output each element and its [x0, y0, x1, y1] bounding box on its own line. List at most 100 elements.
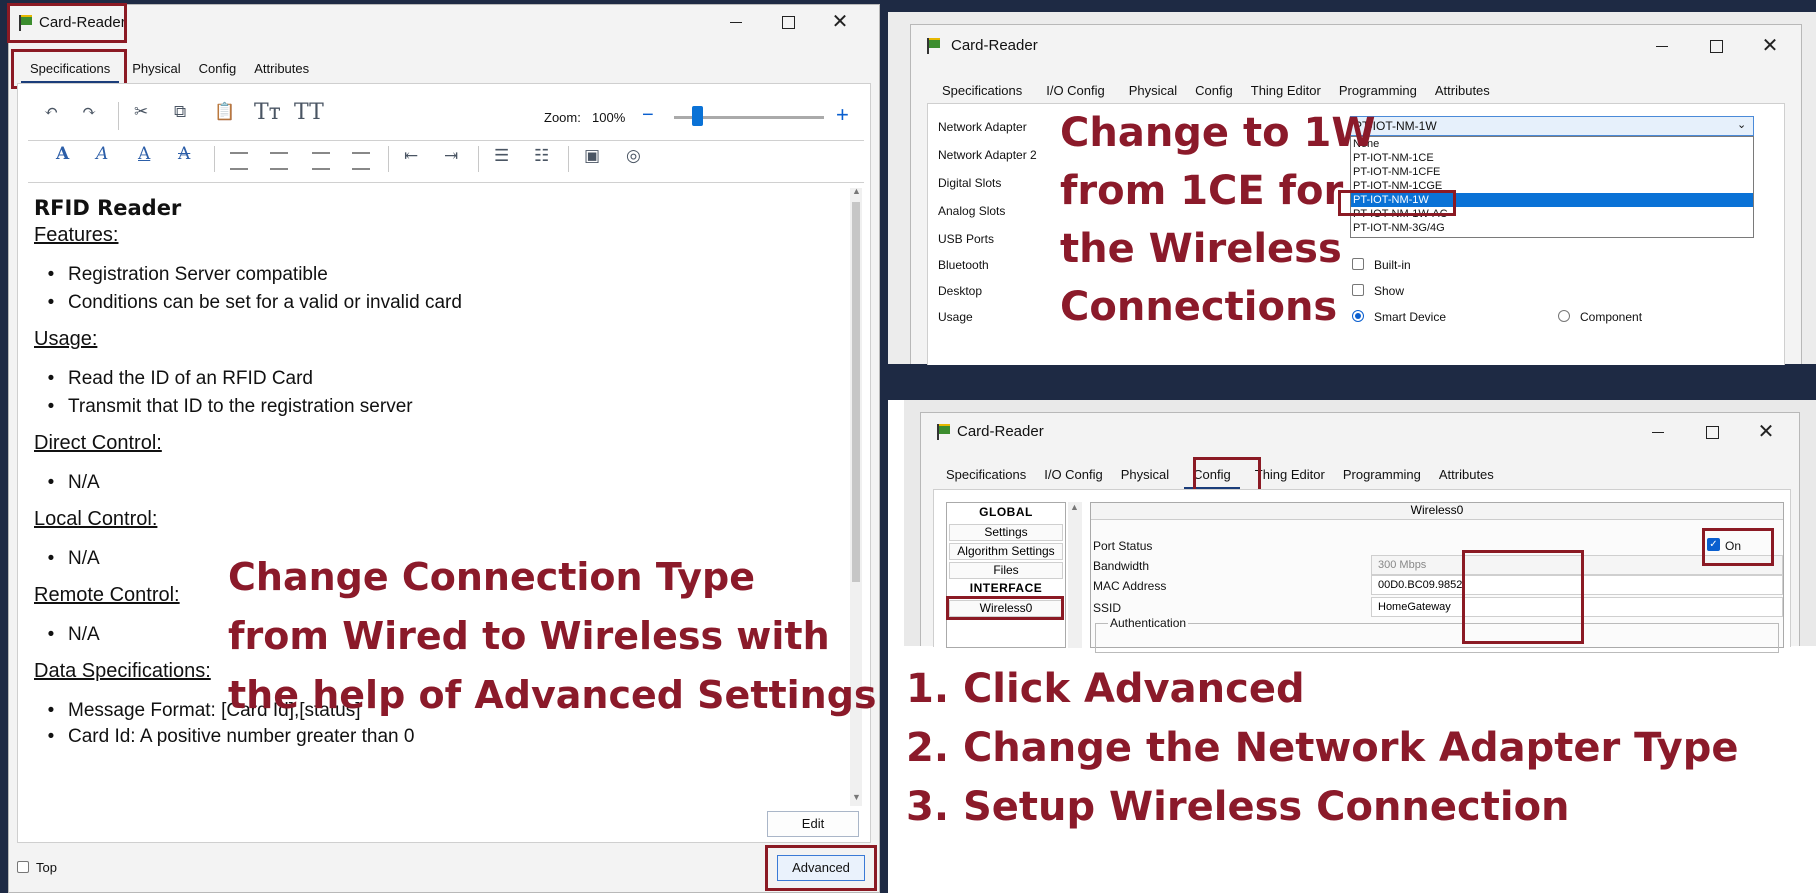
zoom-in-button[interactable]: +: [836, 102, 849, 128]
bullet-list-icon[interactable]: ☷: [534, 146, 549, 166]
font-color-icon[interactable]: A: [56, 144, 69, 164]
underline-font-icon[interactable]: A: [138, 144, 150, 164]
strikethrough-font-icon[interactable]: A: [178, 144, 190, 164]
maximize-button[interactable]: [1689, 415, 1735, 449]
window-title: Card-Reader: [951, 37, 1038, 54]
app-flag-icon: [935, 423, 953, 441]
title-highlight-box: [7, 3, 127, 43]
callout-line: from Wired to Wireless with: [228, 614, 830, 658]
close-button[interactable]: ✕: [1743, 415, 1789, 449]
scroll-up-icon[interactable]: ▲: [1070, 502, 1079, 512]
undo-icon[interactable]: ↶: [44, 102, 58, 122]
callout-left: Change Connection Type from Wired to Wir…: [228, 548, 877, 725]
tab-io-config[interactable]: I/O Config: [1035, 463, 1112, 487]
callout-line: the Wireless: [1060, 226, 1342, 272]
zoom-out-button[interactable]: −: [642, 104, 654, 127]
callout-line: Connections: [1060, 284, 1338, 330]
network-adapter-2-label: Network Adapter 2: [938, 148, 1037, 162]
background-dark-strip-left: [0, 0, 8, 893]
ssid-value: HomeGateway: [1378, 601, 1451, 613]
app-flag-icon: [925, 37, 943, 55]
section-heading: Features:: [34, 224, 119, 246]
italic-font-icon[interactable]: A: [96, 144, 108, 164]
authentication-group: Authentication: [1095, 616, 1779, 653]
component-radio[interactable]: [1558, 310, 1570, 322]
mac-address-label: MAC Address: [1093, 579, 1167, 593]
list-item: Conditions can be set for a valid or inv…: [34, 292, 834, 328]
tab-specifications[interactable]: Specifications: [933, 79, 1031, 103]
dropdown-option[interactable]: None: [1351, 137, 1753, 151]
nav-scrollbar[interactable]: [1068, 502, 1082, 648]
tab-programming[interactable]: Programming: [1330, 79, 1426, 103]
cut-icon[interactable]: ✂: [134, 102, 148, 122]
advanced-button-highlight: [765, 845, 877, 891]
step-1: 1. Click Advanced: [906, 666, 1305, 712]
tab-attributes[interactable]: Attributes: [245, 57, 318, 81]
align-right-icon[interactable]: [312, 152, 330, 170]
tab-physical[interactable]: Physical: [1112, 463, 1178, 487]
tab-attributes[interactable]: Attributes: [1426, 79, 1499, 103]
dropdown-option[interactable]: PT-IOT-NM-1CFE: [1351, 165, 1753, 179]
maximize-button[interactable]: [765, 5, 811, 39]
close-button[interactable]: ✕: [1747, 29, 1793, 63]
bandwidth-value: 300 Mbps: [1378, 559, 1427, 571]
nav-settings[interactable]: Settings: [949, 524, 1063, 541]
paste-icon[interactable]: 📋: [214, 102, 235, 122]
scroll-down-icon[interactable]: ▼: [852, 792, 861, 802]
tab-physical[interactable]: Physical: [1120, 79, 1186, 103]
network-adapter-dropdown[interactable]: None PT-IOT-NM-1CE PT-IOT-NM-1CFE PT-IOT…: [1350, 136, 1754, 238]
align-left-icon[interactable]: [230, 152, 248, 170]
tab-thing-editor[interactable]: Thing Editor: [1242, 79, 1330, 103]
top-checkbox-label: Top: [36, 860, 57, 875]
toolbar-separator: [388, 146, 389, 172]
titlebar[interactable]: Card-Reader ✕: [921, 413, 1799, 453]
tab-programming[interactable]: Programming: [1334, 463, 1430, 487]
digital-slots-label: Digital Slots: [938, 176, 1002, 190]
top-checkbox[interactable]: [17, 861, 29, 873]
list-item: Card Id: A positive number greater than …: [34, 726, 834, 752]
minimize-button[interactable]: [1639, 29, 1685, 63]
align-justify-icon[interactable]: [352, 152, 370, 170]
config-nav-list: GLOBAL Settings Algorithm Settings Files…: [946, 502, 1066, 648]
tab-specifications[interactable]: Specifications: [937, 463, 1035, 487]
insert-link-icon[interactable]: ◎: [626, 146, 641, 166]
tab-config[interactable]: Config: [190, 57, 246, 81]
scrollbar-thumb[interactable]: [852, 202, 860, 582]
section-heading: Direct Control:: [34, 432, 162, 454]
mac-address-value: 00D0.BC09.9852: [1378, 579, 1463, 591]
toolbar-separator: [478, 146, 479, 172]
copy-icon[interactable]: ⧉: [174, 102, 186, 122]
indent-decrease-icon[interactable]: ⇤: [404, 146, 418, 166]
background-dark-strip-right-top: [888, 0, 1816, 12]
edit-button[interactable]: Edit: [767, 811, 859, 837]
indent-increase-icon[interactable]: ⇥: [444, 146, 458, 166]
network-adapter-select[interactable]: PT-IOT-NM-1W ⌄: [1350, 116, 1754, 136]
titlebar[interactable]: Card-Reader ✕: [9, 5, 879, 41]
dropdown-option[interactable]: PT-IOT-NM-1CE: [1351, 151, 1753, 165]
scroll-up-icon[interactable]: ▲: [852, 186, 861, 196]
list-item: Registration Server compatible: [34, 264, 834, 292]
maximize-button[interactable]: [1693, 29, 1739, 63]
minimize-button[interactable]: [713, 5, 759, 39]
wireless0-nav-highlight: [946, 596, 1064, 620]
tab-bar: Specifications I/O Config Physical Confi…: [933, 79, 1499, 106]
titlebar[interactable]: Card-Reader ✕: [911, 25, 1801, 65]
redo-icon[interactable]: ↷: [82, 102, 96, 122]
tab-attributes[interactable]: Attributes: [1430, 463, 1503, 487]
numbered-list-icon[interactable]: ☰: [494, 146, 509, 166]
font-size-icon[interactable]: Tт: [254, 100, 281, 125]
insert-image-icon[interactable]: ▣: [584, 146, 600, 166]
font-size-up-icon[interactable]: TT: [294, 100, 324, 125]
dropdown-option[interactable]: PT-IOT-NM-3G/4G: [1351, 221, 1753, 235]
zoom-slider-thumb[interactable]: [692, 106, 703, 126]
nav-files[interactable]: Files: [949, 562, 1063, 579]
tab-physical[interactable]: Physical: [123, 57, 189, 81]
nav-algorithm-settings[interactable]: Algorithm Settings: [949, 543, 1063, 560]
toolbar-divider: [28, 182, 864, 183]
align-center-icon[interactable]: [270, 152, 288, 170]
tab-config[interactable]: Config: [1186, 79, 1242, 103]
tab-io-config[interactable]: I/O Config: [1037, 79, 1114, 106]
close-button[interactable]: ✕: [817, 5, 863, 39]
minimize-button[interactable]: [1635, 415, 1681, 449]
window-title: Card-Reader: [957, 423, 1044, 440]
